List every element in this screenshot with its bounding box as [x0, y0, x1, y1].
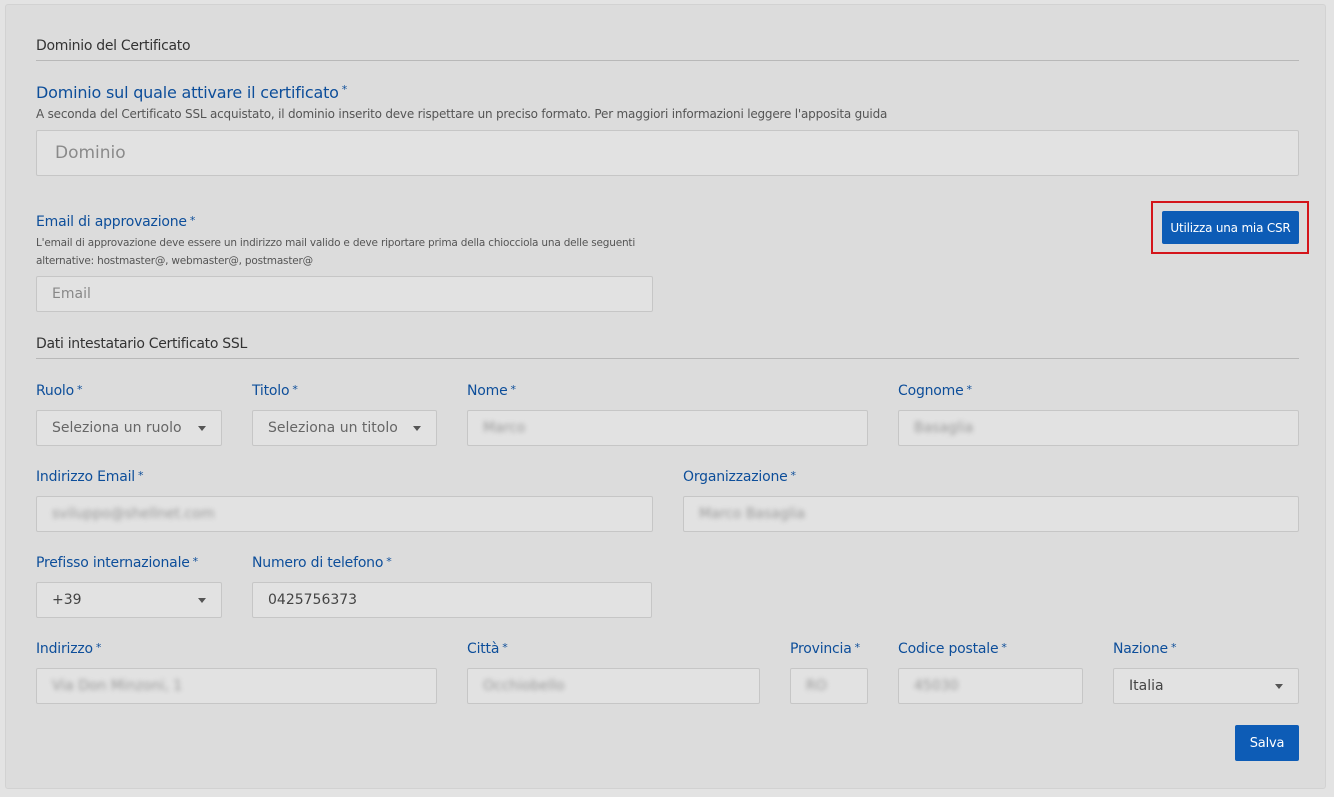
phone-label: Numero di telefono *	[252, 555, 392, 571]
organization-input[interactable]: Marco Basaglia	[683, 496, 1299, 532]
province-input[interactable]: RO	[790, 668, 868, 704]
role-select-value: Seleziona un ruolo	[52, 420, 182, 436]
caret-down-icon	[413, 425, 421, 431]
first-name-label: Nome *	[467, 383, 516, 399]
phone-input[interactable]: 0425756373	[252, 582, 652, 618]
use-own-csr-button[interactable]: Utilizza una mia CSR	[1162, 211, 1299, 244]
address-input[interactable]: Via Don Minzoni, 1	[36, 668, 437, 704]
country-select-value: Italia	[1129, 678, 1164, 694]
title-select[interactable]: Seleziona un titolo	[252, 410, 437, 446]
role-label: Ruolo *	[36, 383, 83, 399]
email-label: Indirizzo Email *	[36, 469, 144, 485]
country-select[interactable]: Italia	[1113, 668, 1299, 704]
approval-email-input[interactable]	[36, 276, 653, 312]
prefix-label: Prefisso internazionale *	[36, 555, 198, 571]
prefix-select[interactable]: +39	[36, 582, 222, 618]
domain-input[interactable]	[36, 130, 1299, 176]
section-title-domain: Dominio del Certificato	[36, 38, 191, 54]
email-input[interactable]: sviluppo@shellnet.com	[36, 496, 653, 532]
approval-email-help-line1: L'email di approvazione deve essere un i…	[36, 237, 636, 249]
section-divider	[36, 60, 1299, 61]
city-label: Città *	[467, 641, 508, 657]
caret-down-icon	[1275, 683, 1283, 689]
province-label: Provincia *	[790, 641, 860, 657]
city-input[interactable]: Occhiobello	[467, 668, 760, 704]
approval-email-label: Email di approvazione *	[36, 214, 196, 230]
postal-code-input[interactable]: 45030	[898, 668, 1083, 704]
last-name-input[interactable]: Basaglia	[898, 410, 1299, 446]
address-label: Indirizzo *	[36, 641, 102, 657]
role-select[interactable]: Seleziona un ruolo	[36, 410, 222, 446]
section-divider	[36, 358, 1299, 359]
save-button[interactable]: Salva	[1235, 725, 1299, 761]
domain-help-text: A seconda del Certificato SSL acquistato…	[36, 107, 888, 121]
prefix-select-value: +39	[52, 592, 82, 608]
caret-down-icon	[198, 597, 206, 603]
postal-code-label: Codice postale *	[898, 641, 1007, 657]
domain-label: Dominio sul quale attivare il certificat…	[36, 83, 348, 102]
first-name-input[interactable]: Marco	[467, 410, 868, 446]
country-label: Nazione *	[1113, 641, 1177, 657]
approval-email-help-line2: alternative: hostmaster@, webmaster@, po…	[36, 255, 313, 267]
caret-down-icon	[198, 425, 206, 431]
title-label: Titolo *	[252, 383, 298, 399]
organization-label: Organizzazione *	[683, 469, 796, 485]
title-select-value: Seleziona un titolo	[268, 420, 398, 436]
section-title-holder: Dati intestatario Certificato SSL	[36, 336, 247, 352]
last-name-label: Cognome *	[898, 383, 972, 399]
